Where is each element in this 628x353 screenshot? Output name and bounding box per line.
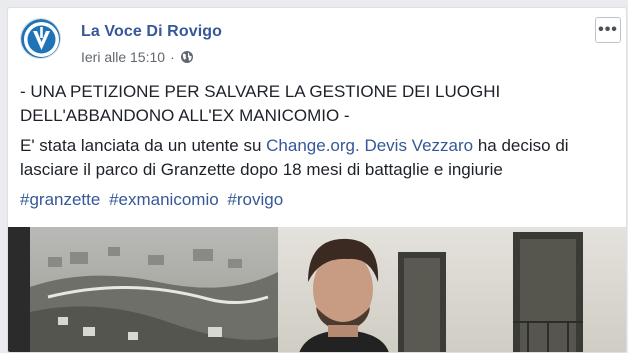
page-name-link[interactable]: La Voce Di Rovigo bbox=[81, 23, 222, 41]
meta-separator: · bbox=[170, 49, 175, 65]
page-logo bbox=[21, 19, 60, 58]
post-text: - UNA PETIZIONE PER SALVARE LA GESTIONE … bbox=[20, 80, 615, 212]
hashtag-granzette[interactable]: #granzette bbox=[20, 190, 100, 209]
page-avatar[interactable] bbox=[20, 18, 61, 59]
post-header: La Voce Di Rovigo Ieri alle 15:10 · ••• bbox=[8, 8, 626, 72]
hashtag-rovigo[interactable]: #rovigo bbox=[227, 190, 283, 209]
post-body: E' stata lanciata da un utente su Change… bbox=[20, 134, 615, 182]
change-org-link[interactable]: Change.org. bbox=[266, 136, 360, 155]
post-timestamp[interactable]: Ieri alle 15:10 bbox=[81, 49, 165, 65]
hashtag-exmanicomio[interactable]: #exmanicomio bbox=[109, 190, 219, 209]
photo-illustration bbox=[8, 227, 626, 352]
post-meta: Ieri alle 15:10 · bbox=[81, 49, 194, 65]
hashtag-list: #granzette #exmanicomio #rovigo bbox=[20, 188, 615, 212]
post-card: La Voce Di Rovigo Ieri alle 15:10 · ••• … bbox=[7, 7, 627, 353]
more-options-button[interactable]: ••• bbox=[595, 17, 621, 43]
devis-vezzaro-link[interactable]: Devis Vezzaro bbox=[364, 136, 473, 155]
more-options-icon: ••• bbox=[598, 21, 618, 38]
body-text-1: E' stata lanciata da un utente su bbox=[20, 136, 267, 155]
post-headline: - UNA PETIZIONE PER SALVARE LA GESTIONE … bbox=[20, 82, 501, 125]
globe-icon[interactable] bbox=[180, 50, 194, 64]
post-photo[interactable] bbox=[8, 227, 626, 352]
